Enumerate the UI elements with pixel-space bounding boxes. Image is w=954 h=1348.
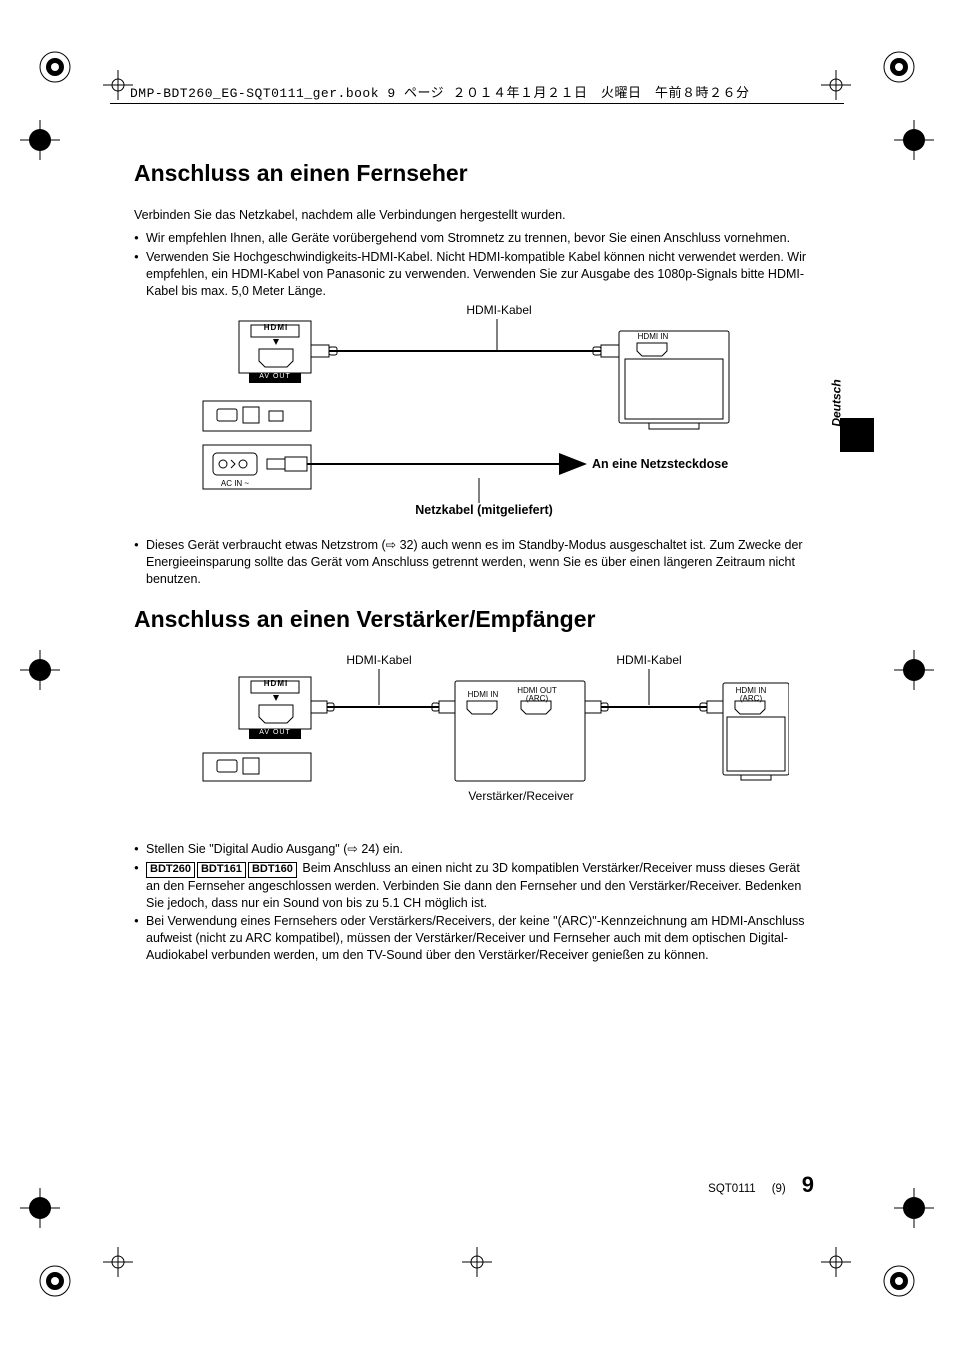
bullet-ref: 24 bbox=[361, 842, 375, 856]
bullet-item: Stellen Sie "Digital Audio Ausgang" (⇨ 2… bbox=[134, 841, 814, 858]
av-out-label: AV OUT bbox=[249, 729, 301, 736]
crop-mark-icon bbox=[821, 70, 851, 103]
print-mark-icon bbox=[38, 1264, 72, 1298]
crop-mark-icon bbox=[462, 1247, 492, 1280]
section2-title: Anschluss an einen Verstärker/Empfänger bbox=[134, 606, 814, 633]
print-mark-icon bbox=[894, 120, 934, 160]
bullet-text-pre: Stellen Sie "Digital Audio Ausgang" (⇨ bbox=[146, 842, 361, 856]
page-footer: SQT0111 (9) 9 bbox=[708, 1172, 814, 1198]
header-rule bbox=[110, 103, 844, 104]
print-mark-icon bbox=[20, 650, 60, 690]
book-runner: DMP-BDT260_EG-SQT0111_ger.book 9 ページ ２０１… bbox=[130, 82, 749, 101]
diagram-svg bbox=[159, 303, 789, 523]
language-tab: Deutsch bbox=[838, 356, 862, 450]
tv-connection-diagram: HDMI-Kabel bbox=[159, 303, 789, 523]
page-content: Anschluss an einen Fernseher Verbinden S… bbox=[134, 160, 814, 968]
bullet-item: Dieses Gerät verbraucht etwas Netzstrom … bbox=[134, 537, 814, 588]
model-tag: BDT160 bbox=[248, 862, 297, 878]
page-number: 9 bbox=[802, 1172, 814, 1198]
print-mark-icon bbox=[894, 1188, 934, 1228]
print-mark-icon bbox=[894, 650, 934, 690]
print-mark-icon bbox=[38, 50, 72, 84]
section2-bullets: Stellen Sie "Digital Audio Ausgang" (⇨ 2… bbox=[134, 841, 814, 964]
crop-mark-icon bbox=[821, 1247, 851, 1280]
section1-intro: Verbinden Sie das Netzkabel, nachdem all… bbox=[134, 207, 814, 224]
hdmi-logo: HDMI bbox=[257, 323, 295, 332]
ac-in-label: AC IN ~ bbox=[215, 479, 255, 488]
footer-seq: (9) bbox=[772, 1183, 786, 1195]
bullet-item: Bei Verwendung eines Fernsehers oder Ver… bbox=[134, 913, 814, 964]
amp-connection-diagram: HDMI-Kabel HDMI-Kabel bbox=[159, 653, 789, 833]
power-cable-label: Netzkabel (mitgeliefert) bbox=[399, 503, 569, 517]
crop-mark-icon bbox=[103, 70, 133, 103]
hdmi-in-arc-label: HDMI IN (ARC) bbox=[731, 687, 771, 703]
footer-code: SQT0111 bbox=[708, 1183, 756, 1195]
model-tag: BDT161 bbox=[197, 862, 246, 878]
section1-title: Anschluss an einen Fernseher bbox=[134, 160, 814, 187]
av-out-label: AV OUT bbox=[249, 373, 301, 380]
hdmi-in-label: HDMI IN bbox=[463, 691, 503, 699]
section1-notes: Dieses Gerät verbraucht etwas Netzstrom … bbox=[134, 537, 814, 588]
hdmi-logo: HDMI bbox=[257, 679, 295, 688]
hdmi-out-arc-label: HDMI OUT (ARC) bbox=[515, 687, 559, 703]
section1-bullets: Wir empfehlen Ihnen, alle Geräte vorüber… bbox=[134, 230, 814, 300]
hdmi-in-label: HDMI IN bbox=[631, 333, 675, 341]
bullet-item: Wir empfehlen Ihnen, alle Geräte vorüber… bbox=[134, 230, 814, 247]
active-tab-marker bbox=[840, 418, 874, 452]
crop-mark-icon bbox=[103, 1247, 133, 1280]
model-tag: BDT260 bbox=[146, 862, 195, 878]
diagram-svg bbox=[159, 653, 789, 833]
print-mark-icon bbox=[882, 50, 916, 84]
print-mark-icon bbox=[20, 120, 60, 160]
print-mark-icon bbox=[20, 1188, 60, 1228]
amp-label: Verstärker/Receiver bbox=[459, 789, 583, 803]
print-mark-icon bbox=[882, 1264, 916, 1298]
bullet-text-post: ) ein. bbox=[375, 842, 403, 856]
outlet-label: An eine Netzsteckdose bbox=[592, 457, 792, 471]
bullet-item: BDT260BDT161BDT160 Beim Anschluss an ein… bbox=[134, 860, 814, 912]
bullet-item: Verwenden Sie Hochgeschwindigkeits-HDMI-… bbox=[134, 249, 814, 300]
